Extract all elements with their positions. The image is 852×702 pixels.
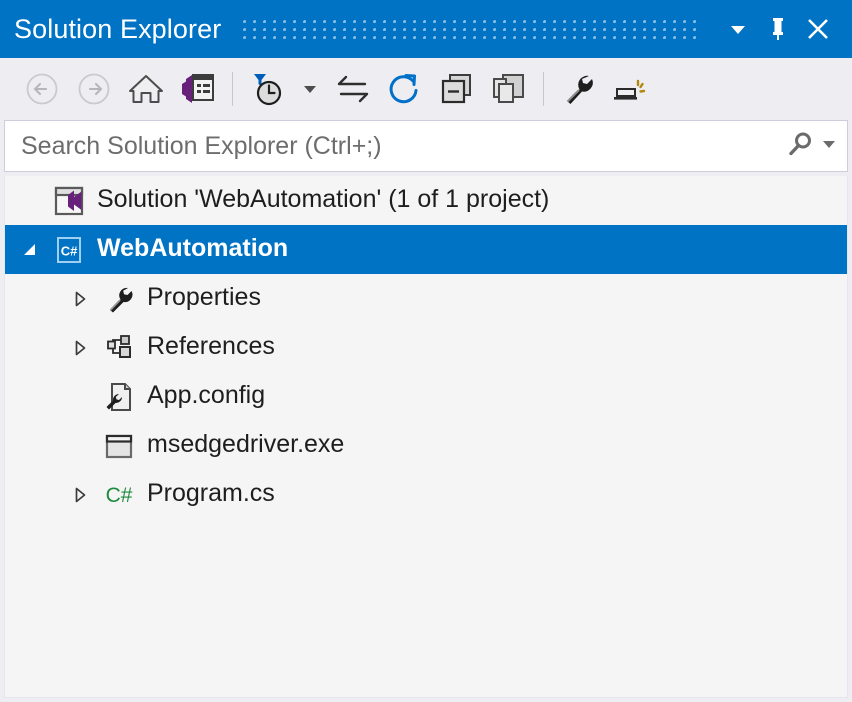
solution-tree: Solution 'WebAutomation' (1 of 1 project… xyxy=(4,176,848,698)
search-controls xyxy=(779,130,837,163)
show-all-files-icon xyxy=(490,72,528,106)
search-options-chevron-down-icon[interactable] xyxy=(821,136,837,157)
close-icon xyxy=(805,16,831,42)
tree-row-project-webautomation[interactable]: C# WebAutomation xyxy=(5,225,847,274)
search-icon[interactable] xyxy=(787,130,815,163)
twisty-collapsed[interactable] xyxy=(63,289,97,309)
tree-row-label: Program.cs xyxy=(147,479,275,507)
page-title: Solution Explorer xyxy=(14,13,222,44)
tree-row-program-cs[interactable]: C# Program.cs xyxy=(5,470,847,519)
twisty-expanded[interactable] xyxy=(13,240,47,260)
tree-row-label: WebAutomation xyxy=(97,234,289,262)
refresh-icon xyxy=(386,70,424,108)
search-box[interactable] xyxy=(4,120,848,172)
svg-text:C#: C# xyxy=(61,243,78,258)
back-arrow-icon xyxy=(24,71,60,107)
chevron-down-icon xyxy=(727,18,749,40)
preview-selected-items-icon xyxy=(611,72,649,106)
filter-clock-icon xyxy=(248,70,286,108)
collapse-all-icon xyxy=(438,72,476,106)
twisty-collapsed[interactable] xyxy=(63,338,97,358)
references-icon xyxy=(97,332,141,364)
tree-row-label: References xyxy=(147,332,275,360)
tree-row-references[interactable]: References xyxy=(5,323,847,372)
search-input[interactable] xyxy=(19,125,779,167)
home-icon xyxy=(127,71,165,107)
solution-icon xyxy=(47,185,91,217)
csharp-file-icon: C# xyxy=(97,479,141,511)
title-bar: Solution Explorer xyxy=(0,0,852,58)
search-bar-container xyxy=(0,120,852,176)
wrench-icon xyxy=(559,70,597,108)
tree-row-properties[interactable]: Properties xyxy=(5,274,847,323)
pin-icon xyxy=(766,16,790,42)
home-button[interactable] xyxy=(120,65,172,113)
properties-window-button[interactable] xyxy=(172,65,224,113)
svg-text:C#: C# xyxy=(106,484,133,507)
window-menu-dropdown-button[interactable] xyxy=(718,9,758,49)
toolbar-separator-1 xyxy=(232,72,233,106)
properties-window-icon xyxy=(179,71,217,107)
sync-with-active-document-button[interactable] xyxy=(327,65,379,113)
toolbar xyxy=(0,58,852,120)
tree-row-label: Solution 'WebAutomation' (1 of 1 project… xyxy=(97,185,550,213)
pending-changes-filter-button[interactable] xyxy=(241,65,293,113)
config-file-icon xyxy=(97,381,141,413)
show-all-files-button[interactable] xyxy=(483,65,535,113)
back-button[interactable] xyxy=(16,65,68,113)
preview-selected-items-button[interactable] xyxy=(604,65,656,113)
tree-row-label: msedgedriver.exe xyxy=(147,430,345,458)
tree-row-msedgedriver-exe[interactable]: msedgedriver.exe xyxy=(5,421,847,470)
toolbar-separator-2 xyxy=(543,72,544,106)
tree-row-solution[interactable]: Solution 'WebAutomation' (1 of 1 project… xyxy=(5,176,847,225)
drag-handle-grip[interactable] xyxy=(243,18,698,40)
tree-row-label: App.config xyxy=(147,381,266,409)
chevron-down-small-icon xyxy=(301,80,319,98)
forward-arrow-icon xyxy=(76,71,112,107)
tree-row-label: Properties xyxy=(147,283,261,311)
properties-button[interactable] xyxy=(552,65,604,113)
tree-row-app-config[interactable]: App.config xyxy=(5,372,847,421)
csharp-project-icon: C# xyxy=(47,234,91,266)
collapse-all-button[interactable] xyxy=(431,65,483,113)
forward-button[interactable] xyxy=(68,65,120,113)
filter-dropdown-button[interactable] xyxy=(293,65,327,113)
twisty-collapsed[interactable] xyxy=(63,485,97,505)
pin-window-button[interactable] xyxy=(758,9,798,49)
solution-explorer-panel: Solution Explorer Search Solution Explor… xyxy=(0,0,852,702)
sync-arrows-icon xyxy=(334,72,372,106)
application-icon xyxy=(97,430,141,462)
wrench-icon xyxy=(97,283,141,315)
refresh-button[interactable] xyxy=(379,65,431,113)
close-window-button[interactable] xyxy=(798,9,838,49)
